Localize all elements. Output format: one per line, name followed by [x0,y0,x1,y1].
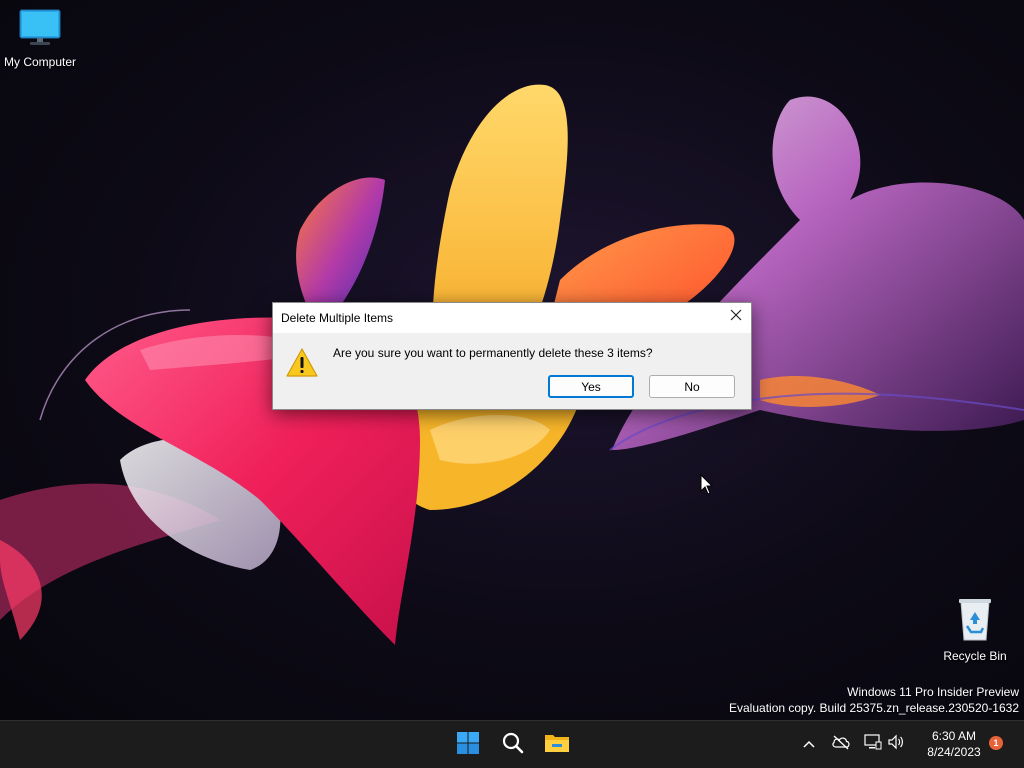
start-button[interactable] [448,725,488,765]
taskbar: 6:30 AM 8/24/2023 [0,720,1024,768]
show-hidden-icons-button[interactable] [798,733,820,755]
file-explorer-button[interactable] [537,725,577,765]
dialog-message: Are you sure you want to permanently del… [333,346,653,360]
no-button[interactable]: No [649,375,735,398]
search-icon [501,731,525,760]
warning-icon [285,347,319,384]
volume-icon [887,734,905,755]
watermark-build: Evaluation copy. Build 25375.zn_release.… [729,701,1019,715]
recycle-bin-icon [935,596,1015,645]
monitor-icon [0,8,80,51]
close-icon [730,308,742,326]
chevron-up-icon [803,735,815,753]
taskbar-clock[interactable]: 6:30 AM 8/24/2023 [912,728,996,760]
dialog-titlebar[interactable]: Delete Multiple Items [273,303,751,333]
onedrive-tray-button[interactable] [830,733,852,755]
network-tray-button[interactable] [862,733,884,755]
watermark-edition: Windows 11 Pro Insider Preview [847,685,1019,699]
desktop-icon-my-computer[interactable]: My Computer [0,8,80,69]
clock-date: 8/24/2023 [927,745,981,759]
close-button[interactable] [721,303,751,331]
delete-confirmation-dialog[interactable]: Delete Multiple Items Are you sure you w… [272,302,752,410]
windows-logo-icon [456,731,480,760]
mouse-cursor-icon [700,473,714,501]
desktop[interactable]: My Computer Recycle Bin Windows 11 Pro I… [0,0,1024,720]
cloud-off-icon [831,734,851,755]
desktop-icon-recycle-bin[interactable]: Recycle Bin [935,596,1015,663]
folder-icon [543,731,571,760]
yes-button[interactable]: Yes [548,375,634,398]
search-button[interactable] [493,725,533,765]
network-icon [864,733,882,755]
volume-tray-button[interactable] [885,733,907,755]
notification-badge[interactable]: 1 [989,736,1003,750]
desktop-icon-label: Recycle Bin [943,649,1007,663]
clock-time: 6:30 AM [931,729,977,743]
desktop-icon-label: My Computer [3,55,77,69]
edition-watermark: Windows 11 Pro Insider Preview Evaluatio… [729,684,1019,716]
dialog-title: Delete Multiple Items [281,311,394,325]
dialog-body: Are you sure you want to permanently del… [273,333,751,409]
